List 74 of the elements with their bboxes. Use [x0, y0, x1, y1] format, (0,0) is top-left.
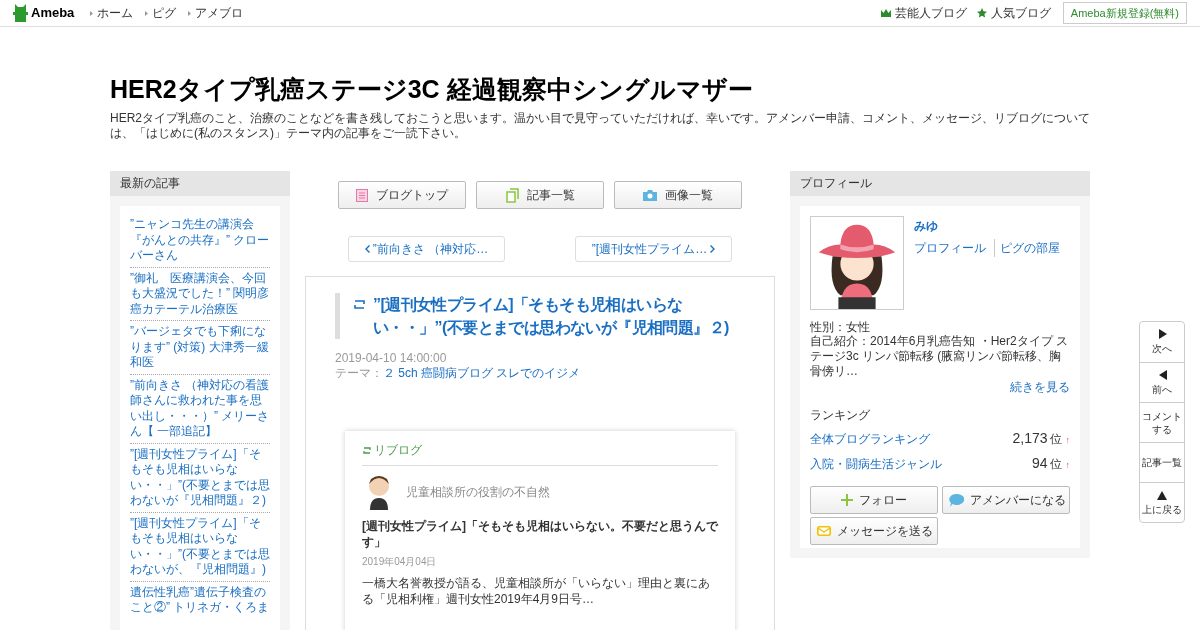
reblog-blog-name[interactable]: 児童相談所の役割の不自然 — [406, 483, 550, 501]
follow-button[interactable]: フォロー — [810, 486, 938, 514]
trend-arrow: ↑ — [1065, 434, 1070, 447]
speech-bubble-icon — [949, 493, 964, 507]
rank-unit: 位 — [1049, 431, 1062, 448]
star-icon — [976, 8, 987, 18]
envelope-icon — [817, 526, 831, 536]
message-button[interactable]: メッセージを送る — [810, 517, 938, 545]
theme-label: テーマ： — [335, 366, 383, 381]
header-link[interactable]: 芸能人ブログ — [880, 4, 967, 22]
header-link[interactable]: 人気ブログ — [976, 4, 1051, 22]
trend-arrow: ↑ — [1065, 459, 1070, 472]
side-nav-button[interactable]: 上に戻る — [1140, 482, 1184, 522]
section-heading: 最新の記事 — [110, 171, 290, 196]
toolbar-button[interactable]: 記事一覧 — [476, 181, 604, 209]
amember-button[interactable]: アメンバーになる — [942, 486, 1070, 514]
recent-article-link[interactable]: ”[週刊女性プライム]「そもそも児相はいらない・・」”(不要とまでは思わないが『児相問題』２) — [130, 443, 270, 513]
reblog-icon — [352, 298, 367, 311]
blog-description: HER2タイプ乳癌のこと、治療のことなどを書き残しておこうと思います。温かい目で見守っていただければ、幸いです。アメンバー申請、コメント、メッセージ、リブログについては、「はじめに(私のスタンス)」テーマ内の記事をご一読下さい。 — [110, 111, 1090, 141]
document-icon — [356, 188, 368, 202]
read-more-link[interactable]: 続きを見る — [1010, 380, 1070, 394]
recent-article-link[interactable]: ”御礼 医療講演会、今回も大盛況でした！” 関明彦癌カテーテル治療医 — [130, 267, 270, 321]
nav-link[interactable]: ホーム — [90, 4, 134, 22]
article-title[interactable]: ”[週刊女性プライム]「そもそも児相はいらない・・」”(不要とまでは思わないが『児相問題』２) — [373, 293, 745, 339]
previous-article-button[interactable]: ”前向きさ （神対応… — [348, 236, 505, 262]
recent-article-link[interactable]: 遺伝性乳癌”遺伝子検査のこと②” トリネガ・くろま — [130, 581, 270, 619]
reblog-title[interactable]: [週刊女性プライム]「そもそも児相はいらない。不要だと思うんです」 — [362, 518, 718, 550]
profile-link[interactable]: プロフィール — [914, 239, 986, 257]
side-nav-button[interactable]: 記事一覧 — [1140, 442, 1184, 482]
triangle-icon — [188, 10, 192, 16]
chevron-left-icon — [364, 245, 370, 253]
reblog-label: リブログ — [374, 442, 422, 459]
rank-number: 2,173 — [1012, 429, 1048, 448]
toolbar-button[interactable]: 画像一覧 — [614, 181, 742, 209]
ranking-link[interactable]: 全体ブログランキング — [810, 430, 930, 448]
triangle-icon — [1157, 489, 1167, 500]
intro-text: 自己紹介：2014年6月乳癌告知 ・Her2タイプ ステージ3c リンパ節転移 (腋窩リンパ節転移、胸骨傍リ… — [810, 334, 1070, 379]
camera-icon — [643, 189, 657, 201]
nav-link[interactable]: アメブロ — [188, 4, 244, 22]
reblog-excerpt: 一橋大名誉教授が語る、児童相談所が「いらない」理由と裏にある「児相利権」週刊女性2019年4月9日号… — [362, 575, 711, 607]
section-heading: プロフィール — [790, 171, 1090, 196]
side-nav-button[interactable]: 次へ — [1140, 322, 1184, 362]
signup-button[interactable]: Ameba新規登録(無料) — [1062, 1, 1187, 25]
reblog-icon — [362, 445, 372, 455]
blog-title[interactable]: HER2タイプ乳癌ステージ3C 経過観察中シングルマザー — [110, 73, 1090, 105]
article-date: 2019-04-10 14:00:00 — [335, 351, 448, 366]
theme-link[interactable]: ２ 5ch 癌闘病ブログ スレでのイジメ — [383, 366, 581, 381]
recent-article-link[interactable]: ”バージェタでも下痢になります” (対策) 大津秀一緩和医 — [130, 321, 270, 375]
triangle-icon — [1157, 329, 1167, 339]
plus-icon — [841, 494, 853, 506]
rank-unit: 位 — [1049, 456, 1062, 473]
profile-link[interactable]: ピグの部屋 — [994, 239, 1060, 257]
nav-link[interactable]: ピグ — [145, 4, 177, 22]
reblog-date: 2019年04月04日 — [362, 555, 438, 569]
triangle-icon — [90, 10, 94, 16]
recent-article-link[interactable]: ”[週刊女性プライム]「そもそも児相はいらない・・」”(不要とまでは思わないが、『児相問題』) — [130, 512, 270, 582]
recent-article-link[interactable]: ”ニャンコ先生の講演会『がんとの共存』” クローバーさん — [130, 214, 270, 268]
pages-icon — [505, 187, 519, 203]
ranking-heading: ランキング — [810, 407, 871, 424]
ranking-link[interactable]: 入院・闘病生活ジャンル — [810, 455, 942, 473]
logo-icon — [13, 4, 28, 22]
triangle-icon — [1157, 369, 1167, 380]
profile-name[interactable]: みゆ — [914, 217, 1060, 235]
next-article-button[interactable]: ”[週刊女性プライム… — [575, 236, 732, 262]
side-nav-button[interactable]: コメントする — [1140, 402, 1184, 442]
recent-article-link[interactable]: ”前向きさ （神対応の看護師さんに救われた事を思い出し・・・）” メリーさん【 一部追記】 — [130, 374, 270, 444]
side-nav-button[interactable]: 前へ — [1140, 362, 1184, 402]
chevron-right-icon — [710, 245, 716, 253]
gender-text: 性別：女性 — [810, 320, 871, 334]
toolbar-button[interactable]: ブログトップ — [338, 181, 466, 209]
rank-number: 94 — [1031, 454, 1048, 473]
crown-icon — [880, 9, 891, 17]
logo-text[interactable]: Ameba — [31, 3, 75, 23]
triangle-icon — [145, 10, 149, 16]
